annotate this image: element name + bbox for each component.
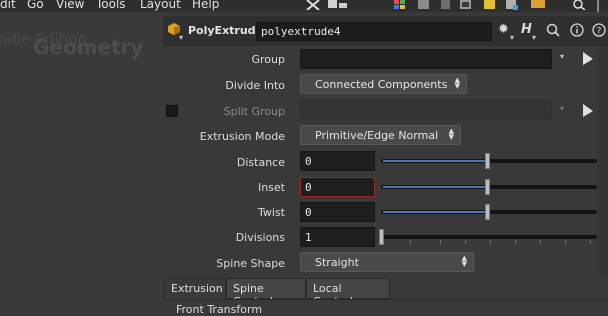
divisions-tick	[410, 240, 411, 244]
node-type-label: PolyExtrude	[188, 24, 264, 37]
note-icon[interactable]	[484, 0, 496, 10]
inset-label: Inset	[257, 181, 285, 194]
divisions-tick	[465, 240, 466, 244]
distance-label: Distance	[236, 156, 285, 169]
divisions-label: Divisions	[235, 231, 285, 244]
parameter-scrollbar[interactable]	[598, 46, 608, 276]
add-panel-icon[interactable]	[506, 0, 518, 10]
node-name-field[interactable]: polyextrude4	[256, 22, 492, 41]
divisions-tick	[540, 240, 541, 244]
menu-arrows-icon: ▲ ▼	[448, 127, 454, 141]
divisions-tick	[490, 240, 491, 244]
menu-view[interactable]: View	[56, 0, 84, 11]
question-icon[interactable]: ?	[592, 23, 606, 37]
group-select-cursor-icon[interactable]	[582, 52, 594, 66]
distance-slider-fill	[383, 160, 488, 162]
group-label: Group	[251, 53, 286, 66]
gear-menu-icon[interactable]: ▾	[510, 33, 514, 42]
divisions-tick	[590, 240, 591, 244]
front-transform-folder[interactable]: Front Transform	[176, 303, 262, 316]
divisions-slider-handle[interactable]	[379, 229, 384, 245]
light-icon[interactable]	[440, 0, 452, 10]
box-icon[interactable]	[530, 0, 546, 10]
search-icon[interactable]	[546, 23, 560, 37]
menu-arrows-icon: ▲ ▼	[454, 76, 460, 90]
divide-into-menu[interactable]: Connected Components ▲ ▼	[300, 74, 467, 94]
shelf-icon[interactable]	[328, 0, 348, 10]
divide-into-value: Connected Components	[315, 78, 448, 91]
node-type-menu-icon[interactable]: ▾	[179, 33, 183, 42]
twist-slider-handle[interactable]	[485, 204, 490, 220]
svg-text:?: ?	[597, 27, 602, 37]
grid-icon[interactable]	[394, 0, 406, 10]
inset-slider-handle[interactable]	[485, 179, 490, 195]
divisions-slider[interactable]	[381, 235, 597, 239]
extrusion-mode-menu[interactable]: Primitive/Edge Normal ▲ ▼	[300, 125, 461, 145]
info-icon[interactable]	[570, 23, 584, 37]
menu-tools[interactable]: Tools	[96, 0, 126, 11]
render-icon[interactable]	[418, 0, 430, 10]
help-menu-icon[interactable]: ▾	[532, 33, 536, 42]
panel-icon[interactable]	[460, 0, 472, 10]
extrusion-mode-label: Extrusion Mode	[199, 130, 285, 143]
tools-icon[interactable]	[306, 0, 320, 10]
split-group-label: Split Group	[223, 105, 285, 118]
menu-edit[interactable]: dit	[0, 0, 16, 11]
search-top-icon[interactable]	[572, 0, 586, 10]
divisions-tick	[515, 240, 516, 244]
tab-spine-control[interactable]: Spine Control	[226, 278, 306, 308]
twist-field[interactable]: 0	[300, 202, 375, 222]
menu-go[interactable]: Go	[27, 0, 44, 11]
split-group-select-cursor-icon[interactable]	[582, 104, 594, 118]
tab-local-control[interactable]: Local Control	[306, 278, 390, 308]
separator-icon: |	[596, 0, 601, 12]
spine-shape-value: Straight	[315, 256, 359, 269]
split-group-field	[300, 100, 552, 120]
divisions-tick	[565, 240, 566, 244]
distance-slider-handle[interactable]	[485, 153, 490, 169]
divide-into-label: Divide Into	[225, 79, 285, 92]
distance-field[interactable]: 0	[300, 151, 375, 171]
tab-extrusion[interactable]: Extrusion	[164, 278, 226, 299]
group-dropdown-arrow-icon[interactable]: ▾	[560, 52, 564, 61]
divisions-field[interactable]: 1	[300, 227, 375, 247]
inset-slider-fill	[383, 186, 488, 188]
twist-label: Twist	[258, 206, 285, 219]
divisions-tick	[440, 240, 441, 244]
menu-bar: dit Go View Tools Layout Help |	[0, 0, 608, 12]
twist-slider-fill	[383, 211, 488, 213]
split-group-dropdown-arrow-icon: ▾	[560, 104, 565, 113]
menu-layout[interactable]: Layout	[140, 0, 181, 11]
extrusion-mode-value: Primitive/Edge Normal	[315, 129, 439, 142]
inset-field[interactable]: 0	[300, 177, 375, 197]
gear-icon[interactable]: ✹	[498, 22, 509, 37]
menu-arrows-icon: ▲ ▼	[461, 254, 467, 268]
spine-shape-label: Spine Shape	[216, 257, 285, 270]
watermark-geometry: Geometry	[33, 35, 144, 59]
spine-shape-menu[interactable]: Straight ▲ ▼	[300, 252, 474, 272]
help-icon[interactable]: H	[521, 22, 532, 37]
group-field[interactable]	[300, 49, 552, 69]
menu-help[interactable]: Help	[192, 0, 219, 11]
